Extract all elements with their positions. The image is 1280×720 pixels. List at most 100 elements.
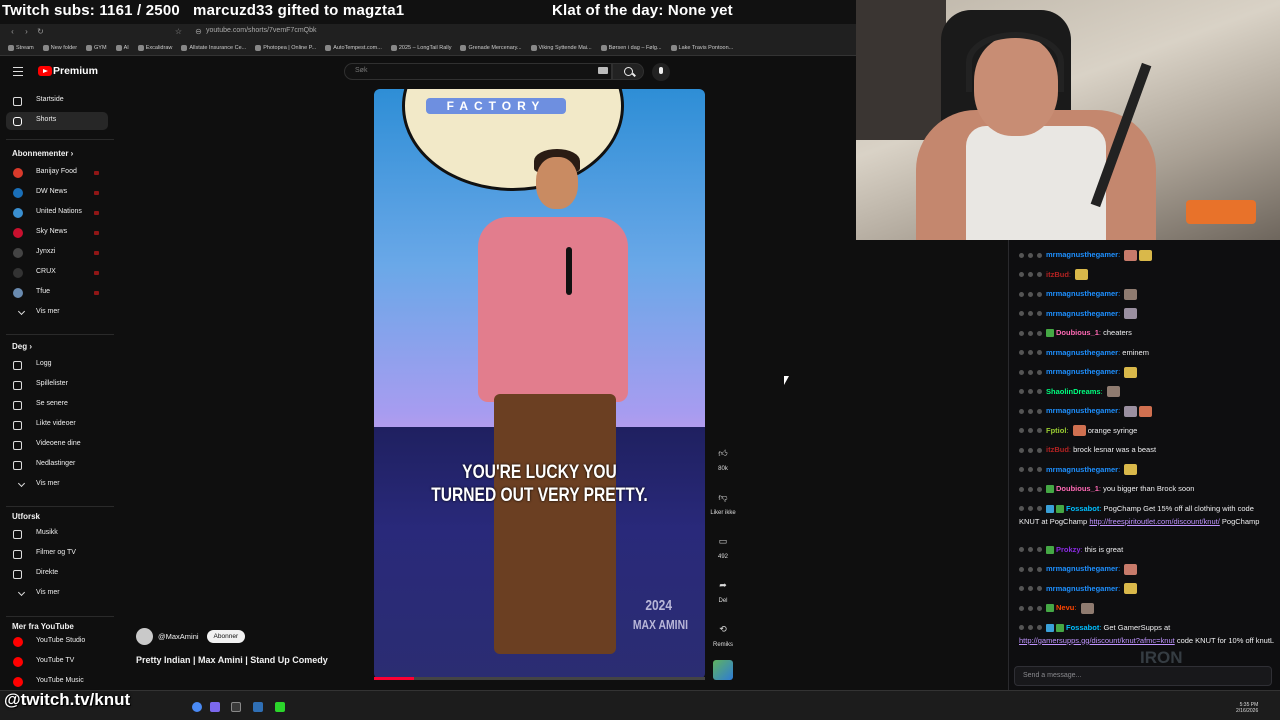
sidebar-item-tfue[interactable]: Tfue bbox=[6, 284, 108, 302]
mod-action-icon[interactable] bbox=[1019, 486, 1024, 492]
mod-action-icon[interactable] bbox=[1019, 291, 1024, 297]
search-input[interactable]: Søk bbox=[344, 63, 612, 80]
sidebar-item-youtube-studio[interactable]: YouTube Studio bbox=[6, 633, 108, 651]
bookmark-item[interactable]: Excalidraw bbox=[137, 44, 172, 51]
chat-username[interactable]: mrmagnusthegamer bbox=[1046, 584, 1118, 593]
back-icon[interactable]: ‹ bbox=[8, 27, 17, 36]
chat-username[interactable]: ShaolinDreams bbox=[1046, 387, 1101, 396]
mod-action-icon[interactable] bbox=[1028, 408, 1033, 414]
comments-button[interactable]: ▭ 492 bbox=[708, 531, 738, 561]
bookmark-item[interactable]: Børsen i dag – Følg... bbox=[600, 44, 662, 51]
chat-username[interactable]: mrmagnusthegamer bbox=[1046, 309, 1118, 318]
show-more-button[interactable]: Vis mer bbox=[6, 304, 108, 322]
sidebar-item-crux[interactable]: CRUX bbox=[6, 264, 108, 282]
mod-action-icon[interactable] bbox=[1028, 252, 1033, 258]
chat-username[interactable]: mrmagnusthegamer bbox=[1046, 289, 1118, 298]
mod-action-icon[interactable] bbox=[1019, 447, 1024, 453]
sidebar-item-sky-news[interactable]: Sky News bbox=[6, 224, 108, 242]
chat-link[interactable]: http://gamersupps.gg/discount/knut?afmc=… bbox=[1019, 636, 1175, 645]
chat-username[interactable]: Nevu bbox=[1056, 603, 1074, 612]
chat-username[interactable]: Fptiol bbox=[1046, 426, 1066, 435]
url-field[interactable]: youtube.com/shorts/7vemF7cmQbk bbox=[206, 27, 317, 34]
bookmark-item[interactable]: GYM bbox=[86, 44, 107, 51]
mod-action-icon[interactable] bbox=[1037, 291, 1042, 297]
mod-action-icon[interactable] bbox=[1037, 330, 1042, 336]
sidebar-item-dw-news[interactable]: DW News bbox=[6, 184, 108, 202]
mod-action-icon[interactable] bbox=[1028, 389, 1033, 395]
short-video-player[interactable]: FACTORY YOU'RE LUCKY YOU TURNED OUT VERY… bbox=[374, 89, 705, 679]
mod-action-icon[interactable] bbox=[1028, 369, 1033, 375]
mod-action-icon[interactable] bbox=[1028, 605, 1033, 611]
chat-username[interactable]: itzBud bbox=[1046, 445, 1069, 454]
mod-action-icon[interactable] bbox=[1037, 311, 1042, 317]
mod-action-icon[interactable] bbox=[1028, 486, 1033, 492]
mod-action-icon[interactable] bbox=[1019, 369, 1024, 375]
chat-username[interactable]: mrmagnusthegamer bbox=[1046, 250, 1118, 259]
chat-username[interactable]: itzBud bbox=[1046, 270, 1069, 279]
bookmark-item[interactable]: New folder bbox=[42, 44, 77, 51]
mod-action-icon[interactable] bbox=[1019, 311, 1024, 317]
mod-action-icon[interactable] bbox=[1037, 408, 1042, 414]
mod-action-icon[interactable] bbox=[1037, 447, 1042, 453]
app-icon[interactable] bbox=[231, 702, 241, 712]
sidebar-item-jynxzi[interactable]: Jynxzi bbox=[6, 244, 108, 262]
mod-action-icon[interactable] bbox=[1028, 350, 1033, 356]
youtube-premium-brand[interactable]: Premium bbox=[53, 65, 98, 77]
bookmark-item[interactable]: AI bbox=[115, 44, 129, 51]
mod-action-icon[interactable] bbox=[1028, 272, 1033, 278]
bookmark-item[interactable]: Viking Syttende Mai... bbox=[530, 44, 592, 51]
chat-username[interactable]: Fossabot bbox=[1066, 504, 1099, 513]
chat-username[interactable]: mrmagnusthegamer bbox=[1046, 367, 1118, 376]
share-button[interactable]: ➦ Del bbox=[708, 575, 738, 605]
mod-action-icon[interactable] bbox=[1019, 605, 1024, 611]
mod-action-icon[interactable] bbox=[1037, 467, 1042, 473]
hamburger-menu-icon[interactable] bbox=[13, 67, 23, 76]
mod-action-icon[interactable] bbox=[1028, 330, 1033, 336]
mod-action-icon[interactable] bbox=[1028, 547, 1033, 553]
mod-action-icon[interactable] bbox=[1019, 272, 1024, 278]
mod-action-icon[interactable] bbox=[1037, 506, 1042, 512]
mod-action-icon[interactable] bbox=[1037, 486, 1042, 492]
sidebar-item-filmer-og-tv[interactable]: Filmer og TV bbox=[6, 545, 108, 563]
sidebar-item-united-nations[interactable]: United Nations bbox=[6, 204, 108, 222]
mod-action-icon[interactable] bbox=[1028, 291, 1033, 297]
chat-username[interactable]: Doubious_1 bbox=[1056, 484, 1099, 493]
mod-action-icon[interactable] bbox=[1037, 428, 1042, 434]
show-more-button[interactable]: Vis mer bbox=[6, 585, 108, 603]
mod-action-icon[interactable] bbox=[1028, 311, 1033, 317]
channel-avatar[interactable] bbox=[136, 628, 153, 645]
chat-username[interactable]: mrmagnusthegamer bbox=[1046, 564, 1118, 573]
mod-action-icon[interactable] bbox=[1037, 605, 1042, 611]
chat-username[interactable]: Doubious_1 bbox=[1056, 328, 1099, 337]
mod-action-icon[interactable] bbox=[1037, 272, 1042, 278]
mod-action-icon[interactable] bbox=[1019, 428, 1024, 434]
mod-action-icon[interactable] bbox=[1019, 547, 1024, 553]
bookmark-star-icon[interactable]: ☆ bbox=[174, 27, 183, 36]
sidebar-item-youtube-tv[interactable]: YouTube TV bbox=[6, 653, 108, 671]
discord-icon[interactable] bbox=[210, 702, 220, 712]
subscriptions-header[interactable]: Abonnementer › bbox=[12, 149, 73, 158]
mod-action-icon[interactable] bbox=[1037, 252, 1042, 258]
app-icon[interactable] bbox=[275, 702, 285, 712]
mod-action-icon[interactable] bbox=[1028, 586, 1033, 592]
sidebar-item-nedlastinger[interactable]: Nedlastinger bbox=[6, 456, 108, 474]
mod-action-icon[interactable] bbox=[1037, 547, 1042, 553]
system-clock[interactable]: 5:35 PM 2/16/2026 bbox=[1236, 702, 1258, 714]
mod-action-icon[interactable] bbox=[1019, 252, 1024, 258]
mod-action-icon[interactable] bbox=[1019, 389, 1024, 395]
mod-action-icon[interactable] bbox=[1019, 350, 1024, 356]
mod-action-icon[interactable] bbox=[1028, 428, 1033, 434]
bookmark-item[interactable]: Photopea | Online P... bbox=[255, 44, 316, 51]
subscribe-button[interactable]: Abonner bbox=[206, 630, 246, 643]
mod-action-icon[interactable] bbox=[1037, 566, 1042, 572]
bookmark-item[interactable]: Allstate Insurance Ce... bbox=[181, 44, 246, 51]
sidebar-item-banijay-food[interactable]: Banijay Food bbox=[6, 164, 108, 182]
mod-action-icon[interactable] bbox=[1028, 467, 1033, 473]
mod-action-icon[interactable] bbox=[1037, 369, 1042, 375]
voice-search-icon[interactable] bbox=[652, 63, 670, 81]
sidebar-item-shorts[interactable]: Shorts bbox=[6, 112, 108, 130]
sidebar-item-se-senere[interactable]: Se senere bbox=[6, 396, 108, 414]
sidebar-item-home[interactable]: Startside bbox=[6, 92, 108, 110]
bookmark-item[interactable]: Stream bbox=[8, 44, 34, 51]
mod-action-icon[interactable] bbox=[1037, 350, 1042, 356]
